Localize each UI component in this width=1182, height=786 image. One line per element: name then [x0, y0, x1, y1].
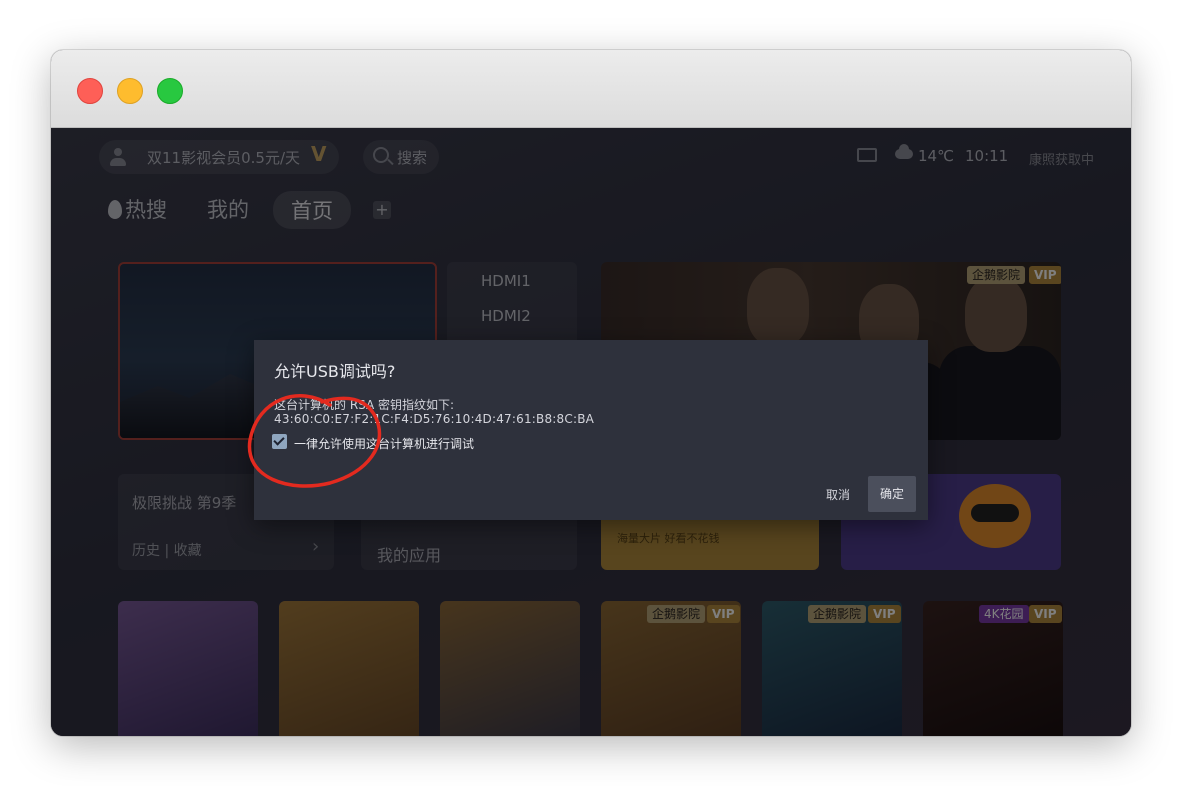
rsa-fingerprint: 43:60:C0:E7:F2:1C:F4:D5:76:10:4D:47:61:B…	[274, 412, 595, 426]
cancel-button[interactable]: 取消	[816, 478, 860, 512]
mac-window: 双11影视会员0.5元/天 V 搜索 14℃ 10:11 康照获取中 热搜 我的…	[51, 50, 1131, 736]
minimize-window-button[interactable]	[117, 78, 143, 104]
usb-debug-dialog: 允许USB调试吗? 这台计算机的 RSA 密钥指纹如下: 43:60:C0:E7…	[254, 340, 928, 520]
window-titlebar	[51, 50, 1131, 128]
ok-button[interactable]: 确定	[868, 476, 916, 512]
always-allow-label[interactable]: 一律允许使用这台计算机进行调试	[294, 435, 474, 452]
tv-screen: 双11影视会员0.5元/天 V 搜索 14℃ 10:11 康照获取中 热搜 我的…	[51, 128, 1131, 736]
close-window-button[interactable]	[77, 78, 103, 104]
zoom-window-button[interactable]	[157, 78, 183, 104]
dialog-message: 这台计算机的 RSA 密钥指纹如下:	[274, 398, 455, 412]
dialog-title: 允许USB调试吗?	[274, 362, 396, 381]
always-allow-checkbox[interactable]	[272, 434, 287, 449]
